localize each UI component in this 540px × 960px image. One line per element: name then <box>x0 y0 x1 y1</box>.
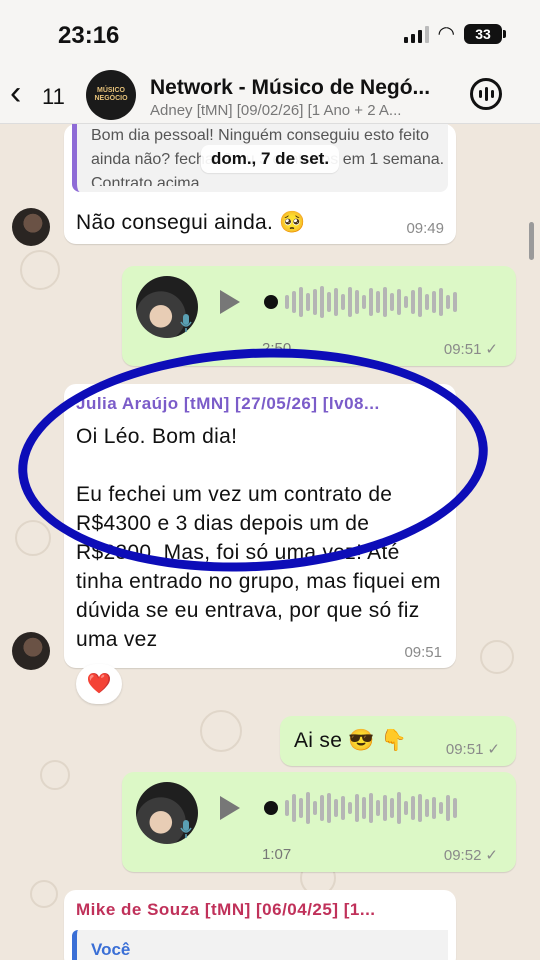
playhead-dot <box>264 801 278 815</box>
status-time: 23:16 <box>58 22 120 49</box>
play-icon[interactable] <box>220 290 240 314</box>
wifi-icon: ◜◝ <box>438 23 455 45</box>
reaction-heart-icon[interactable]: ❤️ <box>76 664 122 704</box>
playhead-dot <box>264 295 278 309</box>
message-time: 09:51 <box>404 644 442 661</box>
sender-avatar[interactable] <box>12 208 50 246</box>
audio-waveform[interactable] <box>264 788 457 828</box>
status-bar: 23:16 ◜◝ 33 <box>0 0 540 66</box>
voice-message-outgoing[interactable]: 2:50 09:51 ✓ <box>122 266 516 366</box>
chat-header: ‹ 11 MÚSICO NEGÓCIO Network - Músico de … <box>0 66 540 124</box>
mic-icon <box>180 314 192 332</box>
message-text: Oi Léo. Bom dia! Eu fechei um vez um con… <box>76 425 441 651</box>
group-avatar[interactable]: MÚSICO NEGÓCIO <box>86 70 136 120</box>
message-text: Não consegui ainda. 🥺 <box>76 211 306 234</box>
sender-name[interactable]: Mike de Souza [tMN] [06/04/25] [1... <box>76 900 446 920</box>
date-separator: dom., 7 de set. <box>200 145 340 173</box>
quoted-author: Você <box>91 940 131 959</box>
voice-duration: 2:50 <box>262 340 292 357</box>
message-time: 09:51 ✓ <box>445 741 500 758</box>
scrollbar[interactable] <box>529 222 534 260</box>
voice-duration: 1:07 <box>262 846 292 863</box>
message-time: 09:51 ✓ <box>443 341 498 358</box>
status-icons: ◜◝ 33 <box>403 23 506 45</box>
signal-icon <box>403 25 429 43</box>
message-bubble-outgoing[interactable]: Ai se 😎 👇 09:51 ✓ <box>280 716 516 766</box>
message-time: 09:52 ✓ <box>443 847 498 864</box>
sender-name[interactable]: Julia Araújo [tMN] [27/05/26] [lv08... <box>76 394 446 414</box>
audio-waveform[interactable] <box>264 282 457 322</box>
read-receipt-icon: ✓ <box>485 341 498 358</box>
read-receipt-icon: ✓ <box>485 847 498 864</box>
play-icon[interactable] <box>220 796 240 820</box>
mic-icon <box>180 820 192 838</box>
sender-avatar[interactable] <box>12 632 50 670</box>
message-text: Ai se 😎 👇 <box>294 729 408 752</box>
group-avatar-logo: MÚSICO NEGÓCIO <box>94 87 128 102</box>
message-bubble-incoming[interactable]: Julia Araújo [tMN] [27/05/26] [lv08... O… <box>64 384 456 668</box>
back-chevron-icon[interactable]: ‹ <box>10 76 21 110</box>
message-bubble-incoming[interactable]: Mike de Souza [tMN] [06/04/25] [1... Voc… <box>64 890 456 960</box>
chat-subtitle[interactable]: Adney [tMN] [09/02/26] [1 Ano + 2 A... <box>150 102 460 119</box>
voice-message-outgoing[interactable]: 1:07 09:52 ✓ <box>122 772 516 872</box>
read-receipt-icon: ✓ <box>487 741 500 758</box>
battery-icon: 33 <box>464 24 506 44</box>
message-time: 09:49 <box>406 220 444 237</box>
unread-count[interactable]: 11 <box>42 84 65 110</box>
quoted-message[interactable]: Você <box>72 930 448 960</box>
chat-title[interactable]: Network - Músico de Negó... <box>150 76 465 100</box>
message-bubble-incoming[interactable]: Bom dia pessoal! Ninguém conseguiu esto … <box>64 124 456 244</box>
voice-chat-icon[interactable] <box>470 78 502 110</box>
